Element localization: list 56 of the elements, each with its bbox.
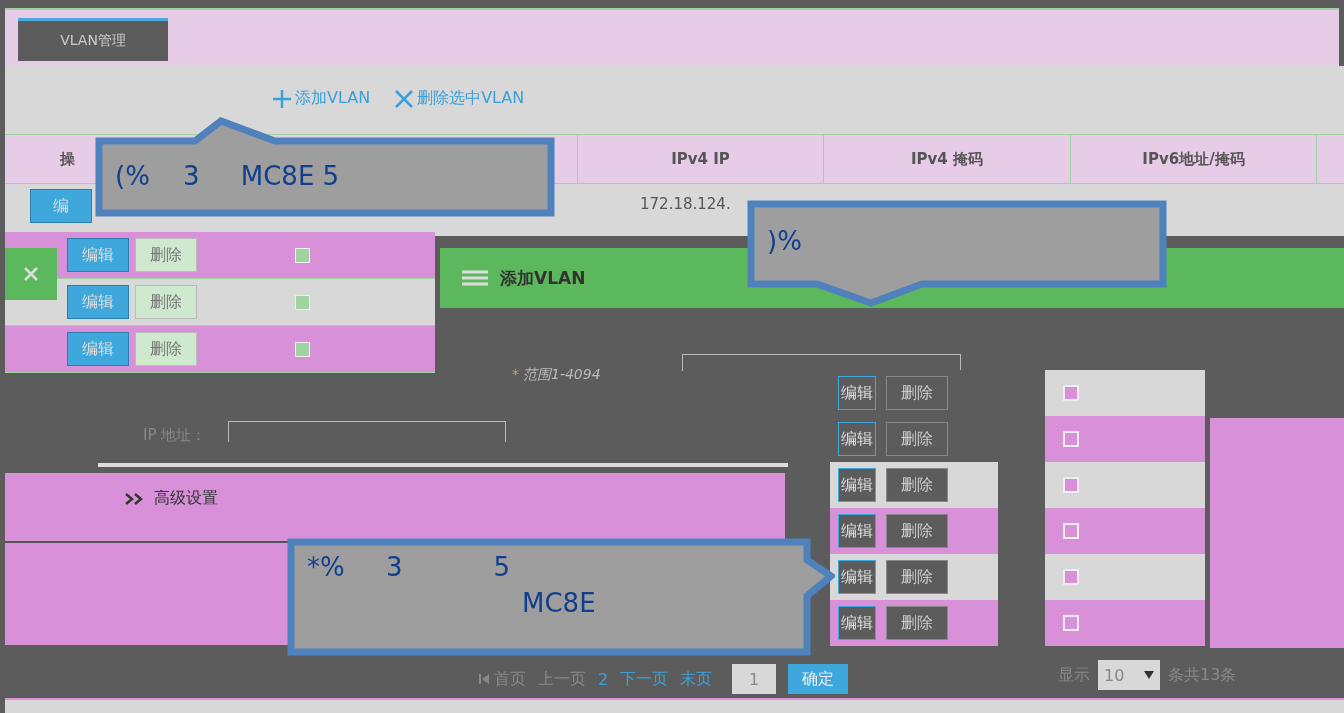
- delete-button[interactable]: 删除: [886, 422, 948, 456]
- close-button[interactable]: [5, 248, 57, 300]
- advanced-settings-link[interactable]: 高级设置: [154, 488, 218, 509]
- page-input[interactable]: 1: [732, 664, 777, 694]
- delete-button[interactable]: 删除: [886, 514, 948, 548]
- last-page-link[interactable]: 末页: [680, 668, 713, 690]
- edit-button[interactable]: 编辑: [67, 332, 129, 366]
- edit-button[interactable]: 编辑: [838, 514, 876, 548]
- plus-icon: [272, 88, 292, 109]
- edit-button[interactable]: 编辑: [67, 285, 129, 319]
- checkbox[interactable]: [1063, 477, 1079, 493]
- delete-button[interactable]: 删除: [135, 238, 197, 272]
- first-page-icon[interactable]: [478, 673, 490, 685]
- next-page-link[interactable]: 下一页: [620, 668, 669, 690]
- menu-icon: [462, 270, 488, 286]
- required-mark: *: [512, 366, 519, 384]
- close-icon: [394, 88, 415, 109]
- edit-button[interactable]: 编辑: [838, 422, 876, 456]
- delete-button[interactable]: 删除: [135, 285, 197, 319]
- callout-text: *% 3 5: [307, 552, 511, 582]
- delete-button[interactable]: 删除: [886, 560, 948, 594]
- checkbox[interactable]: [1063, 523, 1079, 539]
- edit-button[interactable]: 编辑: [838, 560, 876, 594]
- checkbox[interactable]: [295, 247, 310, 263]
- caret-icon: [1144, 671, 1154, 679]
- edit-button[interactable]: 编辑: [838, 606, 876, 640]
- callout-text: MC8E: [522, 588, 596, 618]
- delete-button[interactable]: 删除: [135, 332, 197, 366]
- column-header: IPv4 掩码: [824, 135, 1071, 183]
- callout-text: )%: [767, 226, 803, 256]
- column-header: IPv6地址/掩码: [1071, 135, 1317, 183]
- checkbox[interactable]: [295, 294, 310, 310]
- dialog-title: 添加VLAN: [500, 266, 586, 290]
- checkbox[interactable]: [1063, 385, 1079, 401]
- column-header: IPv4 IP: [578, 135, 824, 183]
- range-hint: 范围1-4094: [523, 366, 601, 384]
- checkbox[interactable]: [295, 341, 310, 357]
- edit-button[interactable]: 编辑: [838, 376, 876, 410]
- table-cell: 172.18.124.: [640, 195, 731, 213]
- delete-button[interactable]: 删除: [886, 468, 948, 502]
- edit-button[interactable]: 编辑: [67, 238, 129, 272]
- checkbox[interactable]: [1063, 569, 1079, 585]
- page-number[interactable]: 2: [598, 669, 609, 689]
- edit-button[interactable]: 编: [30, 189, 92, 223]
- delete-button[interactable]: 删除: [886, 376, 948, 410]
- close-icon: [23, 266, 39, 282]
- add-vlan-link[interactable]: 添加VLAN: [270, 86, 373, 111]
- ip-input-field[interactable]: [228, 421, 506, 442]
- checkbox[interactable]: [1063, 431, 1079, 447]
- delete-button[interactable]: 删除: [886, 606, 948, 640]
- confirm-button[interactable]: 确定: [788, 664, 849, 694]
- edit-button[interactable]: 编辑: [838, 468, 876, 502]
- vlan-tab[interactable]: VLAN管理: [18, 18, 168, 61]
- page-size-select[interactable]: 10: [1098, 660, 1160, 690]
- checkbox[interactable]: [1063, 615, 1079, 631]
- delete-selected-link[interactable]: 删除选中VLAN: [392, 86, 527, 111]
